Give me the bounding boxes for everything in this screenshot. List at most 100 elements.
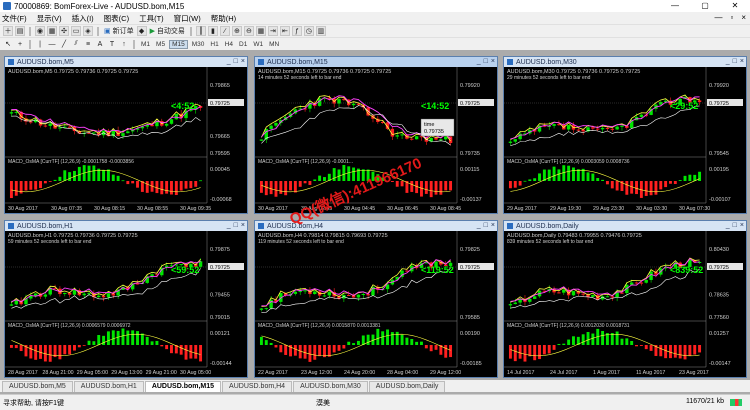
line-chart-icon[interactable]: ∕ [219,26,230,36]
vertical-line-icon[interactable]: | [35,39,45,49]
timeframe-m15[interactable]: M15 [169,39,188,49]
metaeditor-icon[interactable]: ◆ [136,26,147,36]
chart-close-button[interactable]: × [740,221,744,231]
auto-scroll-icon[interactable]: ⇥ [267,26,278,36]
chart-minimize-button[interactable]: _ [477,221,481,231]
templates-icon[interactable]: ▥ [315,26,326,36]
timeframe-w1[interactable]: W1 [251,41,265,48]
chart-close-button[interactable]: × [241,57,245,67]
cursor-icon[interactable]: ↖ [3,39,13,49]
horizontal-line-icon[interactable]: — [47,39,57,49]
macd-bar [34,345,38,360]
price-tick-label: 0.77560 [709,315,729,321]
chart-window-m5[interactable]: AUDUSD.bom,M5 _ □ × AUDUSD.bom,M5 0.79725 0… [4,56,248,214]
chart-maximize-button[interactable]: □ [234,57,238,67]
chart-window-h1[interactable]: AUDUSD.bom,H1 _ □ × AUDUSD.bom,H1 0.79725 0… [4,220,248,378]
tab-audusd-h1[interactable]: AUDUSD.bom,H1 [73,381,144,392]
candlestick-icon[interactable]: ▮ [207,26,218,36]
tab-audusd-m5[interactable]: AUDUSD.bom,M5 [2,381,73,392]
timeframe-h4[interactable]: H4 [223,41,235,48]
equidistant-channel-icon[interactable]: ⫽ [71,39,81,49]
maximize-button[interactable]: ▢ [690,0,720,12]
indicators-icon[interactable]: ƒ [291,26,302,36]
chart-maximize-button[interactable]: □ [733,221,737,231]
periods-icon[interactable]: ◷ [303,26,314,36]
chart-maximize-button[interactable]: □ [234,221,238,231]
mdi-close-button[interactable]: × [741,12,746,24]
timeframe-d1[interactable]: D1 [237,41,249,48]
fibonacci-icon[interactable]: ≡ [83,39,93,49]
macd-bar [298,181,302,187]
chart-maximize-button[interactable]: □ [484,221,488,231]
menu-file[interactable]: 文件(F) [2,13,27,24]
bar-timer-text: 14 minutes 52 seconds left to bar end [258,75,342,81]
chart-close-button[interactable]: × [241,221,245,231]
tab-audusd-m15[interactable]: AUDUSD.bom,M15 [144,381,222,392]
chart-window-caption[interactable]: AUDUSD.bom,H1 _ □ × [5,221,247,231]
data-window-icon[interactable]: ▦ [47,26,57,36]
chart-minimize-button[interactable]: _ [726,221,730,231]
macd-bar [145,181,149,193]
chart-window-caption[interactable]: AUDUSD.bom,Daily _ □ × [504,221,746,231]
new-chart-icon[interactable]: ＋ [3,26,13,36]
auto-trading-button[interactable]: ▶ 自动交易 [149,26,186,36]
menu-tools[interactable]: 工具(T) [139,13,164,24]
arrows-icon[interactable]: ↑ [119,39,129,49]
zoom-in-icon[interactable]: ⊕ [231,26,242,36]
tab-audusd-daily[interactable]: AUDUSD.bom,Daily [368,381,446,392]
timeframe-m30[interactable]: M30 [190,41,207,48]
chart-window-h4[interactable]: AUDUSD.bom,H4 _ □ × AUDUSD.bom,H4 0.79814 0… [254,220,498,378]
mdi-minimize-button[interactable]: — [714,12,722,24]
mdi-restore-button[interactable]: ▫ [730,12,733,24]
text-label-icon[interactable]: T [107,39,117,49]
zoom-out-icon[interactable]: ⊖ [243,26,254,36]
timeframe-m1[interactable]: M1 [139,41,152,48]
tester-icon[interactable]: ◈ [83,26,93,36]
tab-audusd-m30[interactable]: AUDUSD.bom,M30 [293,381,368,392]
chart-window-caption[interactable]: AUDUSD.bom,M30 _ □ × [504,57,746,67]
price-tick-label: 0.79595 [210,151,230,157]
chart-window-caption[interactable]: AUDUSD.bom,M5 _ □ × [5,57,247,67]
bar-chart-icon[interactable]: ┃ [195,26,206,36]
chart-minimize-button[interactable]: _ [477,57,481,67]
timeframe-h1[interactable]: H1 [208,41,220,48]
profiles-icon[interactable]: ▤ [15,26,25,36]
terminal-icon[interactable]: ▭ [71,26,81,36]
menu-charts[interactable]: 图表(C) [104,13,129,24]
menu-help[interactable]: 帮助(H) [211,13,236,24]
chart-window-caption[interactable]: AUDUSD.bom,M15 _ □ × [255,57,497,67]
chart-close-button[interactable]: × [491,57,495,67]
candle-body [508,141,513,143]
tile-windows-icon[interactable]: ▦ [255,26,266,36]
macd-bar [625,181,629,195]
timeframe-m5[interactable]: M5 [154,41,167,48]
chart-window-daily[interactable]: AUDUSD.bom,Daily _ □ × AUDUSD.bom,Daily 0.7… [503,220,747,378]
chart-maximize-button[interactable]: □ [733,57,737,67]
menu-window[interactable]: 窗口(W) [174,13,201,24]
app-icon [3,2,11,10]
chart-close-button[interactable]: × [740,57,744,67]
chart-minimize-button[interactable]: _ [227,57,231,67]
candle-body [571,291,576,296]
macd-bar [131,330,135,345]
chart-maximize-button[interactable]: □ [484,57,488,67]
bar-timer-text: 119 minutes 52 seconds left to bar end [258,239,344,245]
navigator-icon[interactable]: ✣ [59,26,69,36]
chart-close-button[interactable]: × [491,221,495,231]
minimize-button[interactable]: — [660,0,690,12]
chart-window-m30[interactable]: AUDUSD.bom,M30 _ □ × AUDUSD.bom,M30 0.79725… [503,56,747,214]
timeframe-mn[interactable]: MN [267,41,281,48]
new-order-button[interactable]: ▣ 新订单 [103,26,135,36]
trendline-icon[interactable]: ╱ [59,39,69,49]
bar-timer-text: 29 minutes 52 seconds left to bar end [507,75,591,81]
text-icon[interactable]: A [95,39,105,49]
chart-minimize-button[interactable]: _ [726,57,730,67]
chart-minimize-button[interactable]: _ [227,221,231,231]
crosshair-icon[interactable]: + [15,39,25,49]
menu-insert[interactable]: 插入(I) [72,13,94,24]
tab-audusd-h4[interactable]: AUDUSD.bom,H4 [222,381,293,392]
close-button[interactable]: ✕ [720,0,750,12]
menu-view[interactable]: 显示(V) [37,13,62,24]
chart-shift-icon[interactable]: ⇤ [279,26,290,36]
market-watch-icon[interactable]: ◉ [35,26,45,36]
